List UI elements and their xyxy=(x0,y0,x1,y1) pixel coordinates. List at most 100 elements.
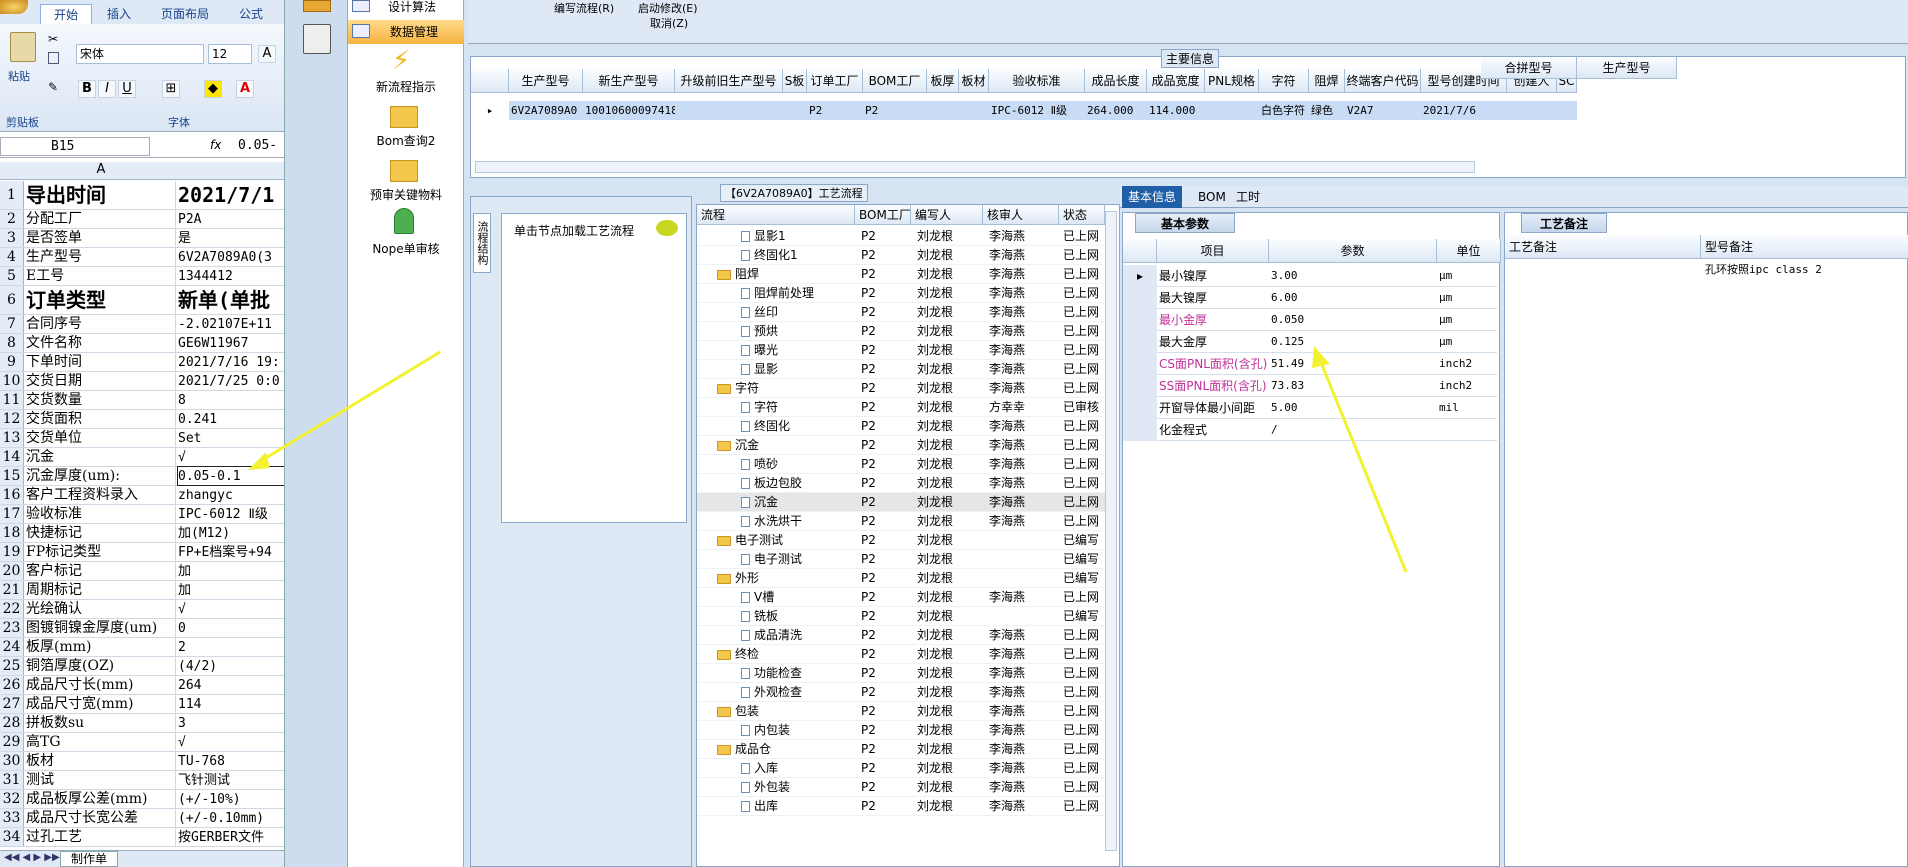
cell-a[interactable]: 板厚(mm) xyxy=(26,638,176,656)
row-number[interactable]: 32 xyxy=(0,790,24,808)
calendar-icon[interactable] xyxy=(303,0,331,12)
sheet-row[interactable]: 5 E工号 1344412 xyxy=(0,267,284,286)
tab-page-layout[interactable]: 页面布局 xyxy=(150,4,220,24)
sheet-row[interactable]: 18 快捷标记 加(M12) xyxy=(0,524,284,543)
row-number[interactable]: 27 xyxy=(0,695,24,713)
cell-b[interactable]: -2.02107E+11 xyxy=(178,315,284,333)
cell-a[interactable]: 光绘确认 xyxy=(26,600,176,618)
sheet-row[interactable]: 21 周期标记加 xyxy=(0,581,284,600)
row-number[interactable]: 18 xyxy=(0,524,24,542)
cell-b[interactable]: 按GERBER文件 xyxy=(178,828,284,846)
row-number[interactable]: 23 xyxy=(0,619,24,637)
row-number[interactable]: 9 xyxy=(0,353,24,371)
sheet-row[interactable]: 19 FP标记类型 FP+E档案号+94 xyxy=(0,543,284,562)
cell-b[interactable]: 1344412 xyxy=(178,267,284,285)
cell-a[interactable]: 成品板厚公差(mm) xyxy=(26,790,176,808)
cell-a[interactable]: E工号 xyxy=(26,267,176,285)
nav-item-key-material[interactable]: 预审关键物料 xyxy=(348,186,464,203)
row-number[interactable]: 16 xyxy=(0,486,24,504)
row-number[interactable]: 20 xyxy=(0,562,24,580)
cell-b[interactable]: 加 xyxy=(178,562,284,580)
cell-a[interactable]: 客户工程资料录入 xyxy=(26,486,176,504)
row-number[interactable]: 33 xyxy=(0,809,24,827)
sheet-row[interactable]: 25 铜箔厚度(OZ) (4/2) xyxy=(0,657,284,676)
paste-icon[interactable] xyxy=(10,32,36,62)
row-number[interactable]: 28 xyxy=(0,714,24,732)
row-number[interactable]: 4 xyxy=(0,248,24,266)
sheet-row[interactable]: 31 测试 飞针测试 xyxy=(0,771,284,790)
name-box[interactable]: B15 xyxy=(0,137,150,156)
cell-a[interactable]: 交货面积 xyxy=(26,410,176,428)
row-number[interactable]: 11 xyxy=(0,391,24,409)
sheet-row[interactable]: 34 过孔工艺 按GERBER文件 xyxy=(0,828,284,847)
borders-button[interactable]: ⊞ xyxy=(162,80,180,98)
cell-a[interactable]: 交货单位 xyxy=(26,429,176,447)
row-number[interactable]: 14 xyxy=(0,448,24,466)
cell-b[interactable]: 2 xyxy=(178,638,284,656)
row-number[interactable]: 8 xyxy=(0,334,24,352)
sheet-row[interactable]: 27 成品尺寸宽(mm) 114 xyxy=(0,695,284,714)
cell-a[interactable]: 交货数量 xyxy=(26,391,176,409)
copy-icon[interactable] xyxy=(48,52,59,64)
cell-a[interactable]: 文件名称 xyxy=(26,334,176,352)
row-number[interactable]: 25 xyxy=(0,657,24,675)
cell-a[interactable]: 订单类型 xyxy=(26,286,176,314)
row-number[interactable]: 22 xyxy=(0,600,24,618)
row-number[interactable]: 30 xyxy=(0,752,24,770)
cell-a[interactable]: 铜箔厚度(OZ) xyxy=(26,657,176,675)
fx-icon[interactable]: fx xyxy=(210,138,221,152)
fill-color-button[interactable]: ◆ xyxy=(204,80,222,98)
font-size-select[interactable]: 12 xyxy=(208,44,252,64)
sheet-row[interactable]: 33 成品尺寸长宽公差 (+/-0.10mm) xyxy=(0,809,284,828)
office-button[interactable] xyxy=(0,0,28,14)
cell-a[interactable]: 周期标记 xyxy=(26,581,176,599)
sheet-row[interactable]: 32 成品板厚公差(mm) (+/-10%) xyxy=(0,790,284,809)
sheet-row[interactable]: 20 客户标记加 xyxy=(0,562,284,581)
cell-b[interactable]: (+/-0.10mm) xyxy=(178,809,284,827)
cell-a[interactable]: 合同序号 xyxy=(26,315,176,333)
cell-b[interactable]: TU-768 xyxy=(178,752,284,770)
cell-a[interactable]: 沉金 xyxy=(26,448,176,466)
row-number[interactable]: 13 xyxy=(0,429,24,447)
cell-b[interactable]: 是 xyxy=(178,229,284,247)
sheet-row[interactable]: 22 光绘确认 √ xyxy=(0,600,284,619)
cell-b[interactable]: 0 xyxy=(178,619,284,637)
sheet-row[interactable]: 17 验收标准 IPC-6012 Ⅱ级 xyxy=(0,505,284,524)
sheet-nav-arrows[interactable]: ◀◀ ◀ ▶ ▶▶ xyxy=(4,852,60,863)
italic-button[interactable]: I xyxy=(98,80,116,98)
row-number[interactable]: 15 xyxy=(0,467,24,485)
font-color-button[interactable]: A xyxy=(236,80,254,98)
row-number[interactable]: 12 xyxy=(0,410,24,428)
row-number[interactable]: 3 xyxy=(0,229,24,247)
cell-a[interactable]: 板材 xyxy=(26,752,176,770)
row-number[interactable]: 1 xyxy=(0,181,24,209)
cell-b[interactable]: (+/-10%) xyxy=(178,790,284,808)
row-number[interactable]: 26 xyxy=(0,676,24,694)
cell-a[interactable]: 验收标准 xyxy=(26,505,176,523)
row-number[interactable]: 34 xyxy=(0,828,24,846)
nav-item-nope-review[interactable]: Nope单审核 xyxy=(348,240,464,257)
row-number[interactable]: 19 xyxy=(0,543,24,561)
cell-b[interactable]: 新单(单批 xyxy=(178,286,284,314)
cell-b[interactable]: FP+E档案号+94 xyxy=(178,543,284,561)
calculator-icon[interactable] xyxy=(303,24,331,54)
cell-a[interactable]: FP标记类型 xyxy=(26,543,176,561)
cell-b[interactable]: 264 xyxy=(178,676,284,694)
cell-b[interactable]: IPC-6012 Ⅱ级 xyxy=(178,505,284,523)
tab-insert[interactable]: 插入 xyxy=(96,4,142,24)
paste-label[interactable]: 粘贴 xyxy=(8,68,30,84)
sheet-row[interactable]: 1 导出时间 2021/7/1 xyxy=(0,181,284,210)
cell-a[interactable]: 生产型号 xyxy=(26,248,176,266)
underline-button[interactable]: U xyxy=(118,80,136,98)
nav-item-new-flow[interactable]: 新流程指示 xyxy=(348,78,464,95)
cell-b[interactable]: 2021/7/1 xyxy=(178,181,284,209)
sheet-row[interactable]: 30 板材 TU-768 xyxy=(0,752,284,771)
sheet-row[interactable]: 28 拼板数su 3 xyxy=(0,714,284,733)
row-number[interactable]: 31 xyxy=(0,771,24,789)
sheet-row[interactable]: 16 客户工程资料录入 zhangyc xyxy=(0,486,284,505)
row-number[interactable]: 24 xyxy=(0,638,24,656)
row-number[interactable]: 2 xyxy=(0,210,24,228)
cut-icon[interactable]: ✂ xyxy=(48,32,58,46)
sheet-row[interactable]: 24 板厚(mm) 2 xyxy=(0,638,284,657)
cell-a[interactable]: 分配工厂 xyxy=(26,210,176,228)
